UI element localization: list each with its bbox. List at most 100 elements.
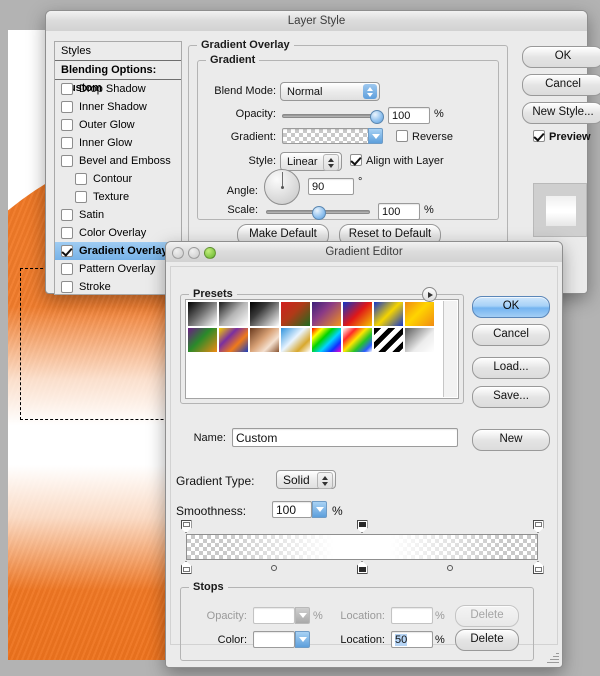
- stop-color-dropdown-icon[interactable]: [295, 631, 310, 648]
- style-list-item-satin[interactable]: Satin: [55, 206, 181, 224]
- opacity-location-input[interactable]: [391, 607, 433, 624]
- smoothness-dropdown-icon[interactable]: [312, 501, 327, 518]
- minimize-button-icon[interactable]: [188, 247, 200, 259]
- presets-well[interactable]: [185, 299, 459, 399]
- angle-dial[interactable]: [264, 169, 300, 205]
- save-presets-button[interactable]: Save...: [472, 386, 550, 408]
- style-list-item-color-overlay[interactable]: Color Overlay: [55, 224, 181, 242]
- preset-swatch-blue-red-yellow[interactable]: [342, 301, 373, 327]
- stop-opacity-dropdown-icon[interactable]: [295, 607, 310, 624]
- reverse-checkbox[interactable]: [396, 130, 408, 142]
- stop-opacity-input[interactable]: [253, 607, 295, 624]
- style-checkbox[interactable]: [61, 155, 73, 167]
- style-checkbox[interactable]: [61, 281, 73, 293]
- style-list-item-contour[interactable]: Contour: [55, 170, 181, 188]
- opacity-label: Opacity:: [235, 108, 276, 120]
- color-stop-0[interactable]: [180, 561, 192, 574]
- preset-swatch-chrome[interactable]: [280, 327, 311, 353]
- angle-input[interactable]: 90: [308, 178, 354, 195]
- preset-swatch-yellow-violet-orange-blue[interactable]: [218, 327, 249, 353]
- style-list-item-texture[interactable]: Texture: [55, 188, 181, 206]
- style-select[interactable]: Linear: [280, 152, 342, 171]
- opacity-slider-knob[interactable]: [370, 110, 384, 124]
- style-checkbox[interactable]: [61, 263, 73, 275]
- style-list-item-inner-glow[interactable]: Inner Glow: [55, 134, 181, 152]
- stop-color-swatch[interactable]: [253, 631, 295, 648]
- gradient-editor-ok-button[interactable]: OK: [472, 296, 550, 318]
- gradient-ramp[interactable]: [186, 534, 538, 560]
- align-with-layer-checkbox[interactable]: [350, 154, 362, 166]
- gradient-name-input[interactable]: Custom: [232, 428, 458, 447]
- style-checkbox[interactable]: [61, 83, 73, 95]
- style-list-item-styles[interactable]: Styles: [55, 42, 181, 61]
- gradient-editor-cancel-button[interactable]: Cancel: [472, 324, 550, 346]
- preset-swatch-violet-green-orange[interactable]: [187, 327, 218, 353]
- preset-swatch-grid[interactable]: [187, 301, 437, 353]
- style-checkbox[interactable]: [61, 137, 73, 149]
- preset-swatch-violet-orange[interactable]: [311, 301, 342, 327]
- opacity-stop-0[interactable]: [180, 520, 192, 533]
- style-checkbox[interactable]: [61, 119, 73, 131]
- window-controls[interactable]: [172, 247, 216, 259]
- gradient-type-select[interactable]: Solid: [276, 470, 336, 489]
- preset-swatch-black-white[interactable]: [249, 301, 280, 327]
- style-checkbox[interactable]: [61, 227, 73, 239]
- gradient-editor-dialog[interactable]: Gradient Editor Presets OK Cancel Load..…: [165, 241, 563, 668]
- zoom-button-icon[interactable]: [204, 247, 216, 259]
- opacity-stop-2[interactable]: [532, 520, 544, 533]
- delete-color-stop-button[interactable]: Delete: [455, 629, 519, 651]
- preview-checkbox[interactable]: [533, 130, 545, 142]
- resize-grip[interactable]: [546, 651, 559, 664]
- styles-list[interactable]: Styles Blending Options: Custom Drop Shado…: [54, 41, 182, 295]
- gradient-dropdown-icon[interactable]: [368, 128, 383, 144]
- gradient-preview-swatch[interactable]: [282, 128, 382, 144]
- presets-scrollbar[interactable]: [443, 301, 457, 397]
- new-gradient-button[interactable]: New: [472, 429, 550, 451]
- preset-swatch-foreground-to-background[interactable]: [187, 301, 218, 327]
- preset-swatch-orange-yellow-orange[interactable]: [404, 301, 435, 327]
- layer-style-ok-button[interactable]: OK: [522, 46, 600, 68]
- style-list-item-drop-shadow[interactable]: Drop Shadow: [55, 80, 181, 98]
- preset-swatch-red-green[interactable]: [280, 301, 311, 327]
- style-checkbox[interactable]: [75, 191, 87, 203]
- style-list-item-inner-shadow[interactable]: Inner Shadow: [55, 98, 181, 116]
- style-list-item-blending-options-custom[interactable]: Blending Options: Custom: [55, 61, 181, 94]
- color-stop-1[interactable]: [356, 561, 368, 574]
- style-checkbox[interactable]: [61, 209, 73, 221]
- color-location-input[interactable]: 50: [391, 631, 433, 648]
- close-button-icon[interactable]: [172, 247, 184, 259]
- delete-opacity-stop-button[interactable]: Delete: [455, 605, 519, 627]
- preset-swatch-transparent-rainbow[interactable]: [342, 327, 373, 353]
- opacity-stop-swatch: [358, 522, 366, 527]
- scale-slider-knob[interactable]: [312, 206, 326, 220]
- preset-menu-icon[interactable]: [422, 287, 437, 302]
- opacity-input[interactable]: 100: [388, 107, 430, 124]
- preset-swatch-copper[interactable]: [249, 327, 280, 353]
- style-list-item-gradient-overlay[interactable]: Gradient Overlay: [55, 242, 181, 260]
- preset-swatch-blue-yellow-blue[interactable]: [373, 301, 404, 327]
- preset-swatch-neutral-density[interactable]: [404, 327, 435, 353]
- new-style-button[interactable]: New Style...: [522, 102, 600, 124]
- style-list-item-stroke[interactable]: Stroke: [55, 278, 181, 296]
- preset-swatch-transparent-stripes[interactable]: [373, 327, 404, 353]
- layer-style-titlebar[interactable]: Layer Style: [46, 11, 587, 32]
- style-list-item-outer-glow[interactable]: Outer Glow: [55, 116, 181, 134]
- scale-input[interactable]: 100: [378, 203, 420, 220]
- style-checkbox[interactable]: [61, 101, 73, 113]
- midpoint-marker-1[interactable]: [447, 565, 453, 571]
- smoothness-input[interactable]: 100: [272, 501, 312, 518]
- blend-mode-select[interactable]: Normal: [280, 82, 380, 101]
- layer-style-cancel-button[interactable]: Cancel: [522, 74, 600, 96]
- gradient-editor-titlebar[interactable]: Gradient Editor: [166, 242, 562, 263]
- preset-swatch-foreground-to-transparent[interactable]: [218, 301, 249, 327]
- preset-swatch-spectrum[interactable]: [311, 327, 342, 353]
- style-list-item-pattern-overlay[interactable]: Pattern Overlay: [55, 260, 181, 278]
- opacity-stop-1[interactable]: [356, 520, 368, 533]
- style-checkbox[interactable]: [75, 173, 87, 185]
- style-list-item-bevel-and-emboss[interactable]: Bevel and Emboss: [55, 152, 181, 170]
- midpoint-marker-0[interactable]: [271, 565, 277, 571]
- style-checkbox[interactable]: [61, 245, 73, 257]
- color-stop-2[interactable]: [532, 561, 544, 574]
- load-presets-button[interactable]: Load...: [472, 357, 550, 379]
- opacity-slider[interactable]: [282, 114, 380, 118]
